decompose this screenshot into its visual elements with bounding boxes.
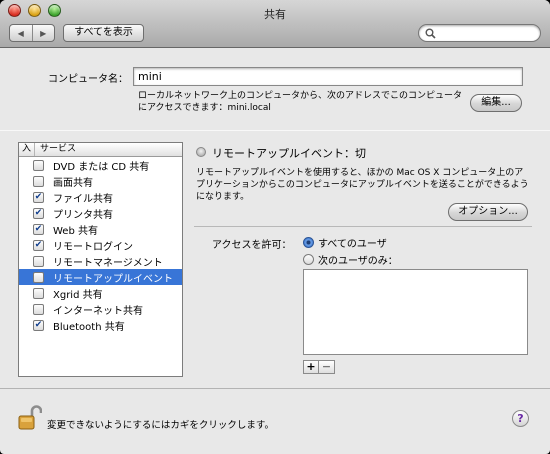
options-button[interactable]: オプション... <box>448 203 528 221</box>
divider <box>194 226 532 227</box>
radio-all-users[interactable]: すべてのユーザ <box>303 235 387 250</box>
service-label: Xgrid 共有 <box>53 289 103 301</box>
divider <box>0 130 550 131</box>
service-label: リモートマネージメント <box>53 257 163 269</box>
service-label: Web 共有 <box>53 225 98 237</box>
service-checkbox[interactable]: ✔ <box>33 223 44 235</box>
add-remove-control: + − <box>303 360 335 374</box>
service-label: リモートアップルイベント <box>53 273 173 285</box>
show-all-button[interactable]: すべてを表示 <box>63 24 144 42</box>
allow-access-label: アクセスを許可： <box>212 240 292 251</box>
service-row[interactable]: 画面共有 <box>19 173 182 189</box>
service-list-header: 入 サービス <box>19 143 182 157</box>
service-label: プリンタ共有 <box>53 209 113 221</box>
service-label: 画面共有 <box>53 177 93 189</box>
computer-name-field[interactable]: mini <box>133 67 523 86</box>
radio-button-selected[interactable] <box>303 237 314 248</box>
service-label: DVD または CD 共有 <box>53 161 150 173</box>
computer-name-label: コンピュータ名： <box>48 74 128 85</box>
divider <box>0 388 550 389</box>
service-checkbox[interactable]: ✔ <box>33 319 44 331</box>
service-row[interactable]: インターネット共有 <box>19 301 182 317</box>
service-row[interactable]: ✔ ファイル共有 <box>19 189 182 205</box>
service-label: リモートログイン <box>53 241 133 253</box>
column-header-service[interactable]: サービス <box>35 143 76 156</box>
status-indicator-icon <box>196 147 206 157</box>
help-button[interactable]: ? <box>512 410 529 427</box>
service-row[interactable]: ✔ リモートログイン <box>19 237 182 253</box>
service-row[interactable]: DVD または CD 共有 <box>19 157 182 173</box>
service-label: インターネット共有 <box>53 305 143 317</box>
service-checkbox[interactable]: ✔ <box>33 191 44 203</box>
allowed-users-list[interactable] <box>303 269 528 355</box>
radio-only-users-label: 次のユーザのみ： <box>318 256 398 267</box>
service-row[interactable]: リモートアップルイベント <box>19 269 182 285</box>
service-checkbox[interactable] <box>33 287 44 299</box>
forward-button[interactable]: ▶ <box>31 25 55 41</box>
lock-message: 変更できないようにするにはカギをクリックします。 <box>47 420 274 431</box>
window-title: 共有 <box>264 8 286 21</box>
radio-only-users[interactable]: 次のユーザのみ： <box>303 252 398 267</box>
edit-button[interactable]: 編集... <box>470 94 522 112</box>
radio-all-users-label: すべてのユーザ <box>318 239 387 250</box>
remove-user-button[interactable]: − <box>319 360 335 374</box>
search-icon <box>425 28 436 39</box>
back-button[interactable]: ◀ <box>10 25 32 41</box>
service-checkbox[interactable] <box>33 175 44 187</box>
service-label: ファイル共有 <box>53 193 113 205</box>
service-checkbox[interactable] <box>33 271 44 283</box>
service-row[interactable]: リモートマネージメント <box>19 253 182 269</box>
service-status: リモートアップルイベント：切 <box>212 147 366 160</box>
service-description: リモートアップルイベントを使用すると、ほかの Mac OS X コンピュータ上の… <box>196 168 529 202</box>
search-input[interactable] <box>418 24 541 42</box>
service-row[interactable]: ✔ プリンタ共有 <box>19 205 182 221</box>
service-row[interactable]: ✔ Web 共有 <box>19 221 182 237</box>
service-rows: DVD または CD 共有 画面共有 ✔ ファイル共有 ✔ プリンタ共有 ✔ Web 共有 ✔ リ… <box>19 157 182 333</box>
radio-button[interactable] <box>303 254 314 265</box>
service-checkbox[interactable]: ✔ <box>33 239 44 251</box>
service-row[interactable]: Xgrid 共有 <box>19 285 182 301</box>
service-list: 入 サービス DVD または CD 共有 画面共有 ✔ ファイル共有 ✔ プリンタ共有 ✔ W… <box>18 142 183 377</box>
title-toolbar: 共有 ◀ ▶ すべてを表示 <box>0 0 550 48</box>
computer-address-description: ローカルネットワーク上のコンピュータから、次のアドレスでこのコンピュータにアクセ… <box>138 91 463 113</box>
column-header-on[interactable]: 入 <box>19 143 35 156</box>
add-user-button[interactable]: + <box>303 360 319 374</box>
service-checkbox[interactable] <box>33 303 44 315</box>
sharing-window: 共有 ◀ ▶ すべてを表示 コンピュータ名： mini ローカルネットワーク上の… <box>0 0 550 454</box>
service-checkbox[interactable]: ✔ <box>33 207 44 219</box>
lock-icon[interactable] <box>18 405 43 434</box>
service-label: Bluetooth 共有 <box>53 321 125 333</box>
service-checkbox[interactable] <box>33 159 44 171</box>
service-checkbox[interactable] <box>33 255 44 267</box>
back-forward-control: ◀ ▶ <box>9 24 55 42</box>
service-row[interactable]: ✔ Bluetooth 共有 <box>19 317 182 333</box>
